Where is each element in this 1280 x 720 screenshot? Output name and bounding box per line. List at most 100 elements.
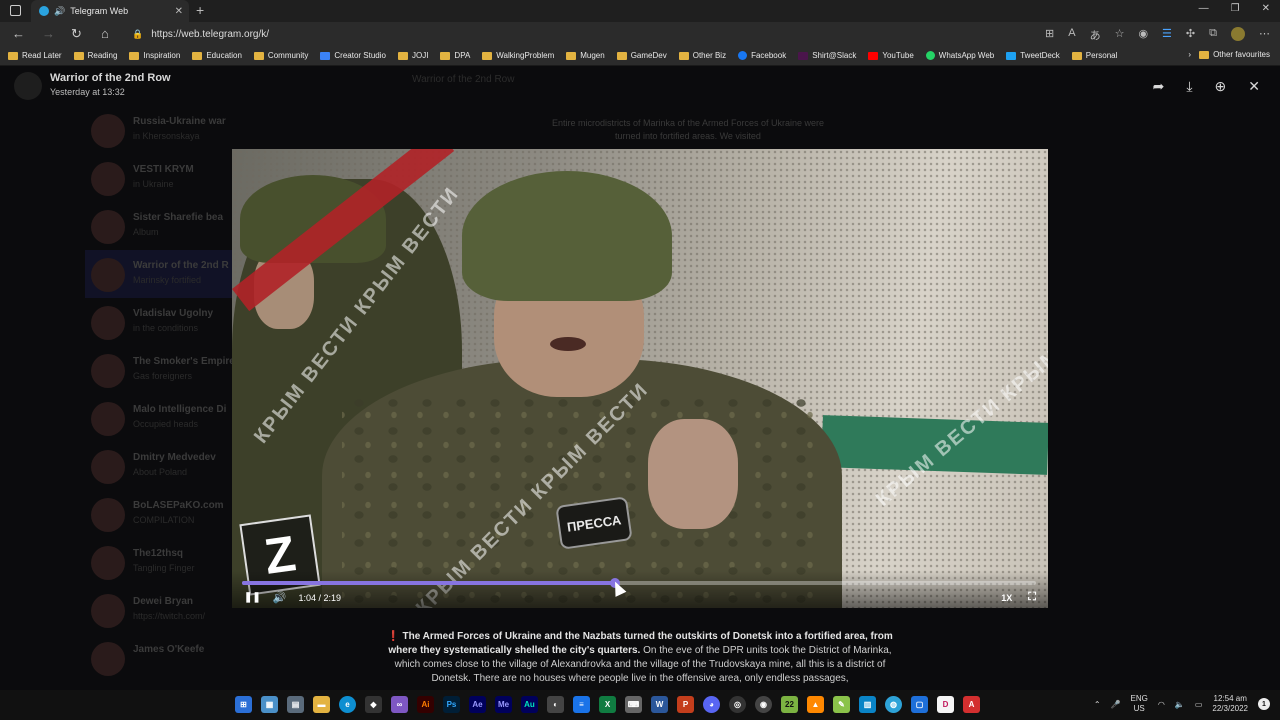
clock[interactable]: 12:54 am 22/3/2022 (1212, 694, 1248, 714)
edge-icon[interactable]: e (339, 696, 356, 713)
close-tab-icon[interactable]: ✕ (175, 6, 183, 17)
photos-icon[interactable]: ▦ (261, 696, 278, 713)
bookmark-item[interactable]: Personal (1071, 51, 1117, 60)
docs-icon[interactable]: ≡ (573, 696, 590, 713)
new-tab-button[interactable]: + (196, 2, 204, 18)
bookmark-item[interactable]: Shirt@Slack (798, 51, 856, 60)
translate-icon[interactable]: あ (1090, 27, 1101, 43)
speaker-tray-icon[interactable]: 🔈 (1175, 700, 1185, 709)
discord-icon[interactable]: ◕ (703, 696, 720, 713)
reload-icon[interactable]: ↻ (71, 26, 82, 42)
battery-icon[interactable]: ▭ (1195, 700, 1203, 709)
firefox-icon[interactable]: ◐ (547, 696, 564, 713)
chat-list-item[interactable]: James O'Keefe (85, 634, 345, 682)
chrome-icon[interactable]: ◍ (885, 696, 902, 713)
keyboard-icon[interactable]: ⌨ (625, 696, 642, 713)
read-aloud-icon[interactable]: A (1068, 27, 1075, 43)
favorite-star-icon[interactable]: ☆ (1115, 27, 1125, 43)
app-available-icon[interactable]: ⊞ (1045, 27, 1054, 43)
audition-icon[interactable]: Au (521, 696, 538, 713)
extensions-puzzle-icon[interactable]: ✣ (1186, 27, 1195, 43)
browser-tab[interactable]: 🔊 Telegram Web ✕ (31, 0, 189, 22)
visual-studio-icon[interactable]: ∞ (391, 696, 408, 713)
system-tray: ⌃ 🎤 ENG US ◠ 🔈 ▭ 12:54 am 22/3/2022 1 (1094, 694, 1270, 714)
volume-icon[interactable]: 🔊 (273, 591, 287, 604)
app-icon[interactable]: ▢ (911, 696, 928, 713)
calendar-app-icon[interactable]: 22 (781, 696, 798, 713)
bookmark-item[interactable]: GameDev (616, 51, 667, 60)
media-viewer-author[interactable]: Warrior of the 2nd Row Yesterday at 13:3… (14, 72, 171, 100)
folder-icon (678, 51, 689, 60)
url-field[interactable]: 🔒 https://web.telegram.org/k/ (124, 25, 984, 43)
more-bookmarks-icon[interactable]: › (1188, 50, 1191, 59)
unity-icon[interactable]: ◆ (365, 696, 382, 713)
calculator-icon[interactable]: ▤ (287, 696, 304, 713)
bookmark-item[interactable]: YouTube (868, 51, 914, 60)
extension-icon[interactable]: ◉ (1138, 27, 1148, 43)
powerpoint-icon[interactable]: P (677, 696, 694, 713)
excel-icon[interactable]: X (599, 696, 616, 713)
illustrator-icon[interactable]: Ai (417, 696, 434, 713)
bookmark-item[interactable]: Community (253, 51, 308, 60)
close-viewer-icon[interactable]: ✕ (1248, 78, 1260, 95)
media-encoder-icon[interactable]: Me (495, 696, 512, 713)
seek-bar[interactable] (242, 578, 1036, 588)
video-player[interactable]: ПРЕССА Z КРЫМ ВЕСТИ КРЫМ ВЕСТИ КРЫМ ВЕСТ… (232, 149, 1048, 608)
fullscreen-icon[interactable]: ⛶ (1028, 591, 1036, 604)
bookmark-item[interactable]: Creator Studio (320, 51, 386, 60)
minimize-icon[interactable]: — (1199, 3, 1209, 14)
show-hidden-icons[interactable]: ⌃ (1094, 700, 1101, 709)
windows-taskbar: ⊞ ▦ ▤ ▬ e ◆ ∞ Ai Ps Ae Me Au ◐ ≡ X ⌨ W P… (0, 690, 1280, 720)
forward-icon[interactable]: ➦ (1153, 78, 1165, 95)
pause-icon[interactable]: ❚❚ (244, 592, 261, 603)
zoom-icon[interactable]: ⊕ (1215, 78, 1227, 95)
collections-icon[interactable]: ☰ (1162, 27, 1172, 43)
tab-title: Telegram Web (70, 6, 129, 16)
collections-panel-icon[interactable]: ⧉ (1209, 27, 1217, 43)
chat-list-item[interactable]: Russia-Ukraine war in Khersonskaya (85, 106, 345, 154)
back-icon[interactable]: ← (12, 26, 25, 41)
bookmark-item[interactable]: Read Later (8, 51, 62, 60)
notification-badge[interactable]: 1 (1258, 698, 1270, 710)
close-window-icon[interactable]: ✕ (1262, 3, 1270, 14)
davinci-icon[interactable]: D (937, 696, 954, 713)
obs-icon[interactable]: ◉ (755, 696, 772, 713)
bookmark-item[interactable]: Mugen (566, 51, 605, 60)
forward-icon[interactable]: → (42, 26, 55, 41)
photoshop-icon[interactable]: Ps (443, 696, 460, 713)
notepad-plus-icon[interactable]: ✎ (833, 696, 850, 713)
home-icon[interactable]: ⌂ (101, 26, 109, 41)
file-explorer-icon[interactable]: ▬ (313, 696, 330, 713)
bookmark-item[interactable]: Reading (73, 51, 117, 60)
bookmark-item[interactable]: WalkingProblem (482, 51, 554, 60)
video-controls: ❚❚ 🔊 1:04 / 2:19 1X ⛶ (232, 571, 1048, 608)
more-menu-icon[interactable]: ⋯ (1259, 27, 1270, 43)
microphone-icon[interactable]: 🎤 (1111, 700, 1121, 709)
wifi-icon[interactable]: ◠ (1158, 700, 1165, 709)
bookmark-item[interactable]: Education (192, 51, 242, 60)
restore-icon[interactable]: ❐ (1231, 3, 1240, 14)
word-icon[interactable]: W (651, 696, 668, 713)
playback-speed-button[interactable]: 1X (1001, 593, 1012, 603)
after-effects-icon[interactable]: Ae (469, 696, 486, 713)
background-message-snippet: Entire microdistricts of Marinka of the … (551, 118, 825, 141)
bookmark-item[interactable]: WhatsApp Web (925, 51, 994, 60)
profile-avatar[interactable] (1231, 27, 1245, 41)
bookmark-item[interactable]: DPA (440, 51, 470, 60)
language-indicator[interactable]: ENG US (1131, 694, 1148, 714)
start-icon[interactable]: ⊞ (235, 696, 252, 713)
other-favourites[interactable]: Other favourites (1199, 50, 1270, 59)
bookmark-item[interactable]: Facebook (738, 51, 786, 60)
tab-actions-icon[interactable] (10, 5, 21, 16)
notepad-icon[interactable]: ▥ (859, 696, 876, 713)
vlc-icon[interactable]: ▲ (807, 696, 824, 713)
bookmark-item[interactable]: JOJI (397, 51, 428, 60)
steam-icon[interactable]: ◎ (729, 696, 746, 713)
bookmark-item[interactable]: Inspiration (129, 51, 180, 60)
whatsapp-icon (925, 51, 935, 60)
speaker-icon[interactable]: 🔊 (54, 6, 65, 17)
bookmark-item[interactable]: TweetDeck (1006, 51, 1060, 60)
download-icon[interactable]: ⤓ (1186, 78, 1192, 95)
bookmark-item[interactable]: Other Biz (678, 51, 726, 60)
acrobat-icon[interactable]: A (963, 696, 980, 713)
